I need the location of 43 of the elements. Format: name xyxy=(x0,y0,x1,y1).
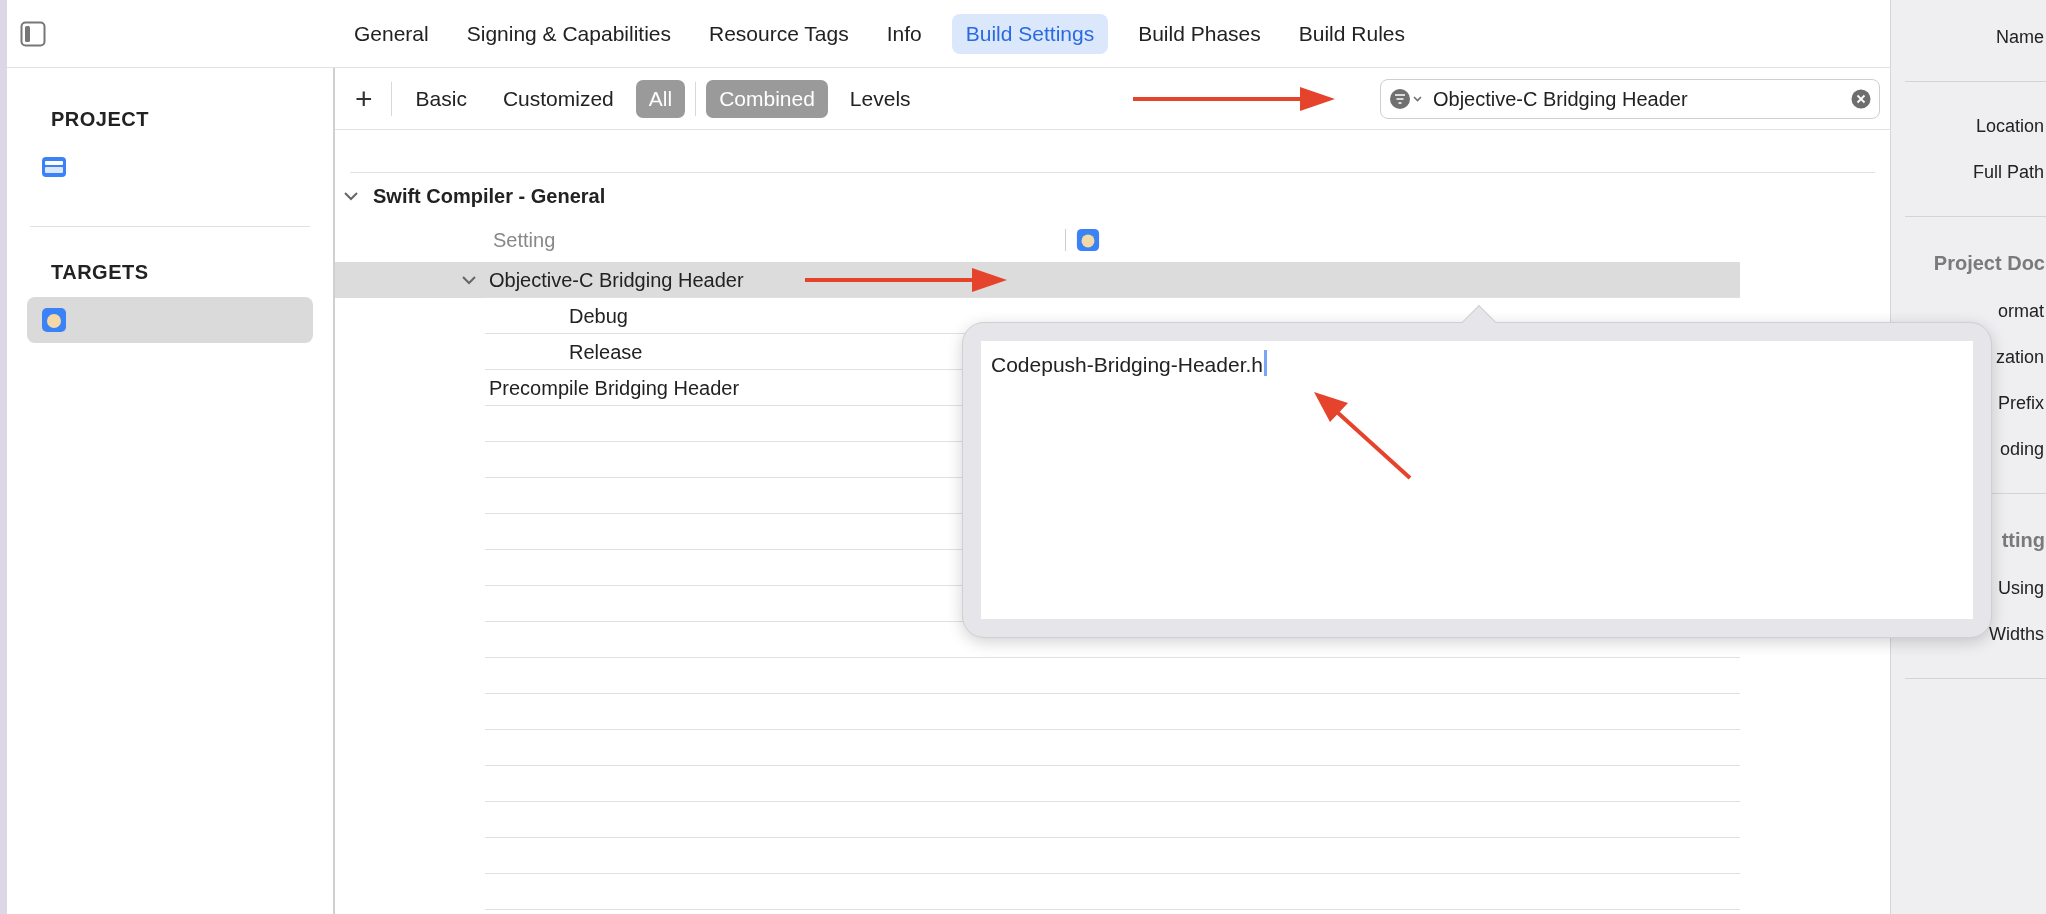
field-label: Prefix xyxy=(1997,391,2045,415)
app-icon xyxy=(1076,228,1100,252)
field-label: Name xyxy=(1995,25,2045,49)
field-label: zation xyxy=(1994,345,2045,369)
tab[interactable]: Info xyxy=(878,13,930,54)
clear-icon[interactable] xyxy=(1851,88,1871,109)
field-label: Widths xyxy=(1988,622,2045,646)
tab[interactable]: General xyxy=(346,13,437,54)
field-label: Using xyxy=(1996,576,2045,600)
column-header: Setting xyxy=(492,228,557,253)
tab[interactable]: Build Settings xyxy=(951,13,1109,54)
setting-name[interactable]: Debug xyxy=(485,300,628,331)
setting-name[interactable]: Release xyxy=(485,336,643,367)
tab[interactable]: Build Rules xyxy=(1290,13,1413,54)
text-value: Codepush-Bridging-Header.h xyxy=(991,352,1263,378)
setting-name[interactable]: Objective-C Bridging Header xyxy=(485,264,744,295)
table-row-selected[interactable]: Objective-C Bridging Header xyxy=(335,262,1740,298)
section-heading: TARGETS xyxy=(50,260,150,285)
field-label: Location xyxy=(1974,114,2045,138)
app-icon xyxy=(41,307,67,333)
sidebar-item-selected[interactable] xyxy=(27,297,313,343)
field-label: Full Path xyxy=(1971,160,2045,184)
tab[interactable]: Signing & Capabilities xyxy=(458,13,679,54)
filter-button[interactable]: Customized xyxy=(488,79,628,118)
section-heading: Project Doc xyxy=(1932,251,2046,276)
tab[interactable]: Build Phases xyxy=(1130,13,1269,54)
text-area[interactable]: Codepush-Bridging-Header.h xyxy=(981,341,1973,619)
section-title: Swift Compiler - General xyxy=(373,183,606,209)
add-button[interactable]: + xyxy=(347,83,381,114)
section-heading: PROJECT xyxy=(50,107,150,132)
filter-button[interactable]: Levels xyxy=(835,79,925,118)
field-label: oding xyxy=(1998,437,2045,461)
search-field[interactable]: Objective-C Bridging Header xyxy=(1380,78,1880,119)
filter-button[interactable]: Basic xyxy=(401,79,481,118)
filter-icon[interactable] xyxy=(1389,87,1425,110)
text-cursor xyxy=(1264,350,1267,376)
search-text: Objective-C Bridging Header xyxy=(1433,86,1689,112)
setting-name[interactable]: Precompile Bridging Header xyxy=(485,372,740,403)
section-heading: tting xyxy=(2000,528,2046,553)
field-label: ormat xyxy=(1997,299,2045,323)
sidebar-toggle-icon[interactable] xyxy=(20,20,46,47)
project-icon xyxy=(41,154,67,180)
tab[interactable]: Resource Tags xyxy=(701,13,857,54)
